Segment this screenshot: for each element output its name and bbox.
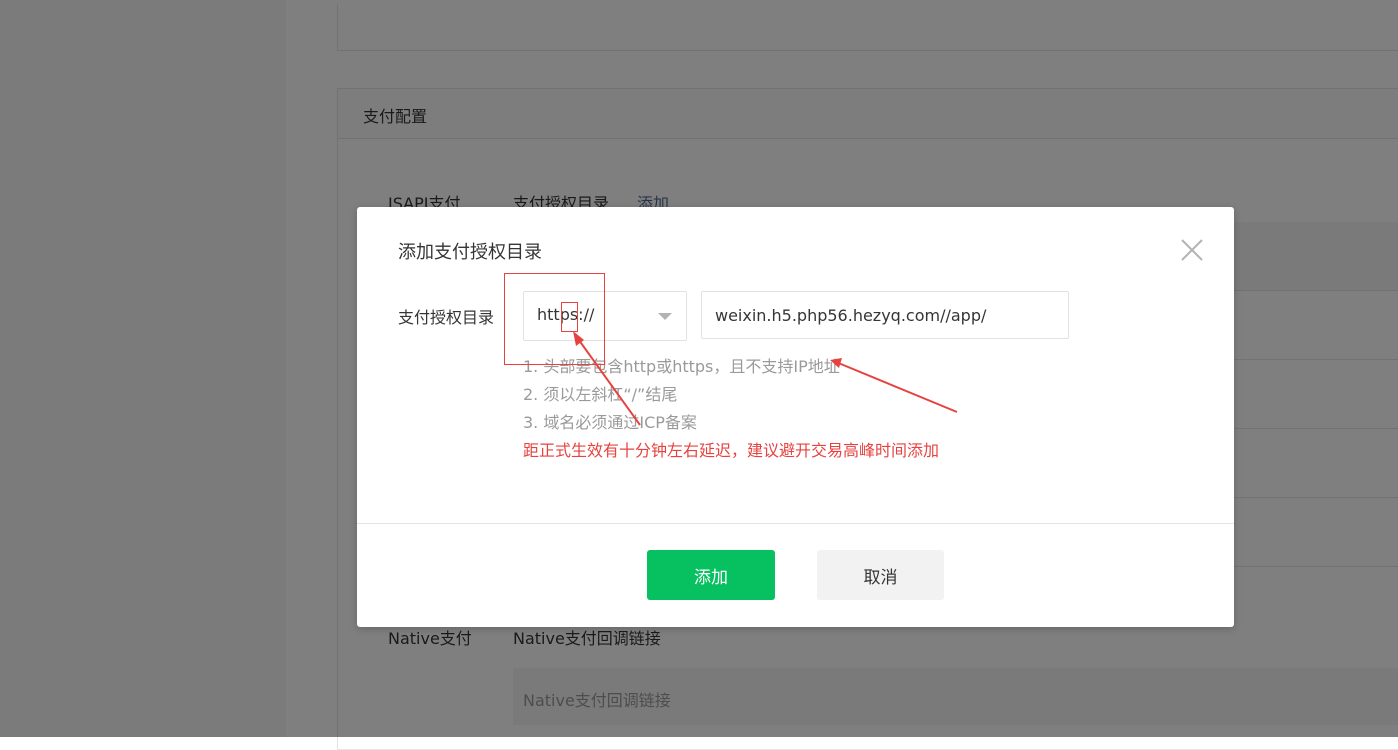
- effective-delay-warning: 距正式生效有十分钟左右延迟，建议避开交易高峰时间添加: [523, 441, 940, 460]
- cancel-button[interactable]: 取消: [817, 550, 944, 600]
- add-auth-dir-dialog: 添加支付授权目录 支付授权目录 https:// 1. 头部要包含http或ht…: [357, 207, 1234, 627]
- tip-2: 2. 须以左斜杠“/”结尾: [523, 385, 678, 404]
- confirm-add-button[interactable]: 添加: [647, 550, 775, 600]
- tip-3: 3. 域名必须通过ICP备案: [523, 413, 697, 432]
- auth-dir-field-label: 支付授权目录: [398, 308, 495, 327]
- tip-1: 1. 头部要包含http或https，且不支持IP地址: [523, 357, 840, 376]
- chevron-down-icon: [658, 313, 672, 320]
- dialog-footer-divider: [357, 523, 1234, 524]
- protocol-select[interactable]: https://: [523, 291, 687, 341]
- close-icon[interactable]: [1175, 233, 1209, 267]
- dialog-title: 添加支付授权目录: [398, 242, 542, 263]
- protocol-select-value: https://: [537, 305, 595, 324]
- auth-dir-url-input[interactable]: [701, 291, 1069, 339]
